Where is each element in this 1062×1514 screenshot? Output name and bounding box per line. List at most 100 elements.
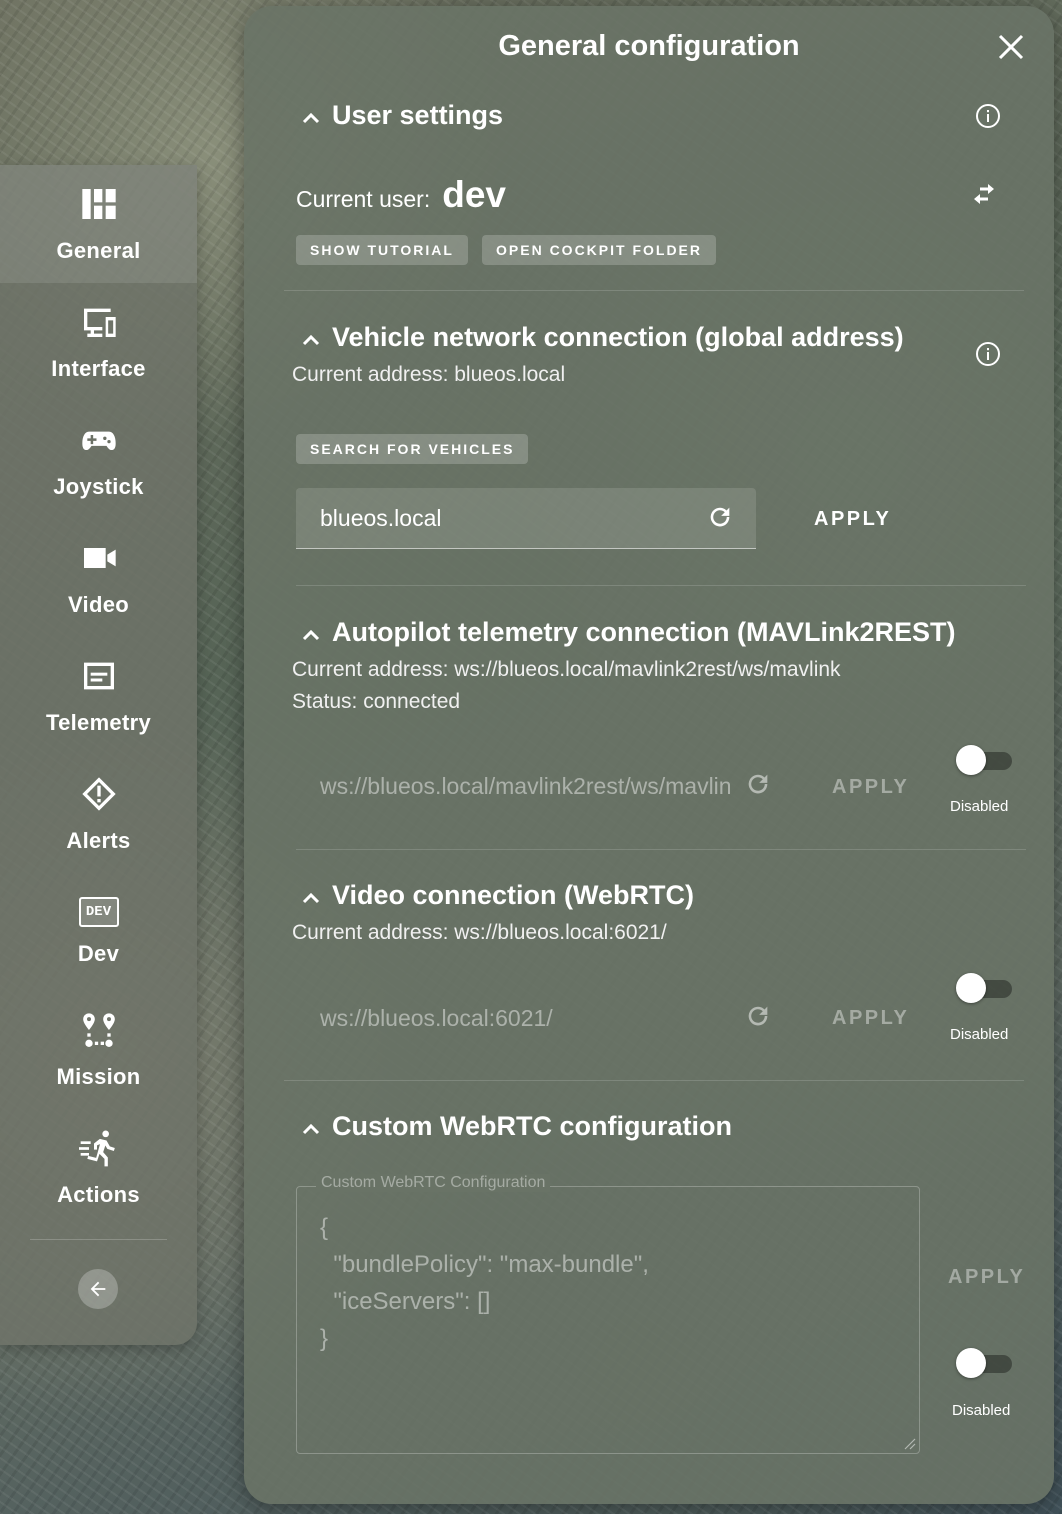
vehicle-network-header[interactable]: Vehicle network connection (global addre… <box>300 322 904 353</box>
panel-title: General configuration <box>498 30 800 62</box>
gamepad-icon <box>81 431 116 450</box>
sidebar-item-interface[interactable]: Interface <box>0 283 197 401</box>
sidebar-item-alerts[interactable]: Alerts <box>0 755 197 873</box>
show-tutorial-button[interactable]: SHOW TUTORIAL <box>296 235 468 265</box>
user-settings-info-button[interactable] <box>975 103 1001 129</box>
autopilot-current-address: Current address: ws://blueos.local/mavli… <box>292 658 841 681</box>
map-marker-path-icon <box>82 1013 115 1047</box>
refresh-icon <box>710 507 730 527</box>
webrtc-toggle[interactable] <box>956 1348 1014 1378</box>
chevron-up-icon <box>300 622 322 644</box>
sidebar-item-actions[interactable]: Actions <box>0 1109 197 1227</box>
sidebar-item-label: Joystick <box>53 474 144 499</box>
autopilot-toggle[interactable] <box>956 745 1014 775</box>
switch-user-button[interactable] <box>968 178 1000 210</box>
close-button[interactable] <box>996 32 1026 62</box>
open-cockpit-folder-button[interactable]: OPEN COCKPIT FOLDER <box>482 235 717 265</box>
search-for-vehicles-button[interactable]: SEARCH FOR VEHICLES <box>296 434 529 464</box>
refresh-icon <box>748 774 768 794</box>
settings-sidebar: General Interface Joystick Video Telemet… <box>0 165 197 1345</box>
autopilot-status: Status: connected <box>292 690 461 713</box>
dashboard-icon <box>81 189 116 219</box>
chevron-up-icon <box>300 105 322 127</box>
sidebar-divider <box>30 1239 167 1240</box>
arrow-left-icon <box>90 1281 106 1297</box>
sidebar-item-label: Interface <box>51 356 146 381</box>
alert-diamond-icon <box>81 777 116 811</box>
vehicle-network-info-button[interactable] <box>975 341 1001 367</box>
apply-video-address-button[interactable]: APPLY <box>832 1007 909 1030</box>
reset-video-address-button[interactable] <box>744 1002 772 1030</box>
code-line: "iceServers": [] <box>320 1288 491 1315</box>
sidebar-item-dev[interactable]: DEV Dev <box>0 873 197 991</box>
reset-autopilot-address-button[interactable] <box>744 770 772 798</box>
section-title: Custom WebRTC configuration <box>332 1111 732 1141</box>
section-title: Vehicle network connection (global addre… <box>332 322 904 352</box>
vehicle-address-value: blueos.local <box>320 505 442 531</box>
dev-icon: DEV <box>78 897 119 927</box>
video-address-value: ws://blueos.local:6021/ <box>320 1005 553 1031</box>
vehicle-address-input[interactable]: blueos.local <box>296 488 756 549</box>
chevron-up-icon <box>300 885 322 907</box>
current-user-row: Current user: dev <box>296 174 506 216</box>
webrtc-toggle-label: Disabled <box>952 1402 1011 1419</box>
sidebar-item-telemetry[interactable]: Telemetry <box>0 637 197 755</box>
chevron-up-icon <box>300 1116 322 1138</box>
current-user-label: Current user: <box>296 186 431 212</box>
section-divider <box>296 585 1026 586</box>
current-user-name: dev <box>442 174 506 215</box>
sidebar-item-label: Mission <box>56 1064 141 1089</box>
autopilot-toggle-label: Disabled <box>950 798 1009 815</box>
telemetry-icon <box>83 662 114 690</box>
section-divider <box>284 1080 1024 1081</box>
apply-vehicle-address-button[interactable]: APPLY <box>814 508 891 531</box>
video-toggle-label: Disabled <box>950 1026 1009 1043</box>
section-divider <box>296 849 1026 850</box>
chevron-up-icon <box>300 327 322 349</box>
toggle-knob <box>956 745 986 775</box>
video-camera-icon <box>83 548 116 568</box>
dev-badge-text: DEV <box>85 904 112 920</box>
webrtc-config-textarea[interactable] <box>296 1186 920 1454</box>
general-configuration-panel: General configuration User settings Curr… <box>244 6 1054 1504</box>
sidebar-item-label: Actions <box>57 1182 140 1207</box>
code-line: } <box>320 1325 329 1352</box>
video-toggle[interactable] <box>956 973 1014 1003</box>
video-address-input[interactable]: ws://blueos.local:6021/ <box>296 988 782 1048</box>
vehicle-current-address: Current address: blueos.local <box>292 363 566 386</box>
sidebar-item-label: Alerts <box>66 828 131 853</box>
info-icon <box>976 342 1000 366</box>
toggle-knob <box>956 973 986 1003</box>
close-icon <box>998 34 1024 60</box>
section-title: User settings <box>332 100 504 130</box>
reset-vehicle-address-button[interactable] <box>706 503 734 531</box>
autopilot-address-input[interactable]: ws://blueos.local/mavlink2rest/ws/mavlin… <box>296 756 782 816</box>
sidebar-item-label: Dev <box>77 941 120 966</box>
video-connection-header[interactable]: Video connection (WebRTC) <box>300 880 694 911</box>
sidebar-item-label: Telemetry <box>45 710 151 735</box>
sidebar-item-general[interactable]: General <box>0 165 197 283</box>
section-divider <box>284 290 1024 291</box>
user-settings-header[interactable]: User settings <box>300 100 503 131</box>
apply-webrtc-config-button[interactable]: APPLY <box>948 1266 1025 1289</box>
devices-icon <box>83 308 116 337</box>
refresh-icon <box>748 1006 768 1026</box>
code-line: "bundlePolicy": "max-bundle", <box>320 1251 649 1278</box>
info-icon <box>976 104 1000 128</box>
apply-autopilot-address-button[interactable]: APPLY <box>832 776 909 799</box>
section-title: Autopilot telemetry connection (MAVLink2… <box>332 617 956 647</box>
run-fast-icon <box>78 1130 115 1167</box>
video-current-address: Current address: ws://blueos.local:6021/ <box>292 921 667 944</box>
resize-handle-icon[interactable] <box>904 1438 916 1450</box>
sidebar-item-mission[interactable]: Mission <box>0 991 197 1109</box>
sidebar-item-joystick[interactable]: Joystick <box>0 401 197 519</box>
sidebar-item-video[interactable]: Video <box>0 519 197 637</box>
collapse-sidebar-button[interactable] <box>78 1269 118 1309</box>
sidebar-item-label: Video <box>67 592 129 617</box>
section-title: Video connection (WebRTC) <box>332 880 695 910</box>
custom-webrtc-header[interactable]: Custom WebRTC configuration <box>300 1111 732 1142</box>
autopilot-telemetry-header[interactable]: Autopilot telemetry connection (MAVLink2… <box>300 617 956 648</box>
swap-horizontal-icon <box>974 184 994 204</box>
autopilot-address-value: ws://blueos.local/mavlink2rest/ws/mavlin… <box>320 773 730 799</box>
toggle-knob <box>956 1348 986 1378</box>
